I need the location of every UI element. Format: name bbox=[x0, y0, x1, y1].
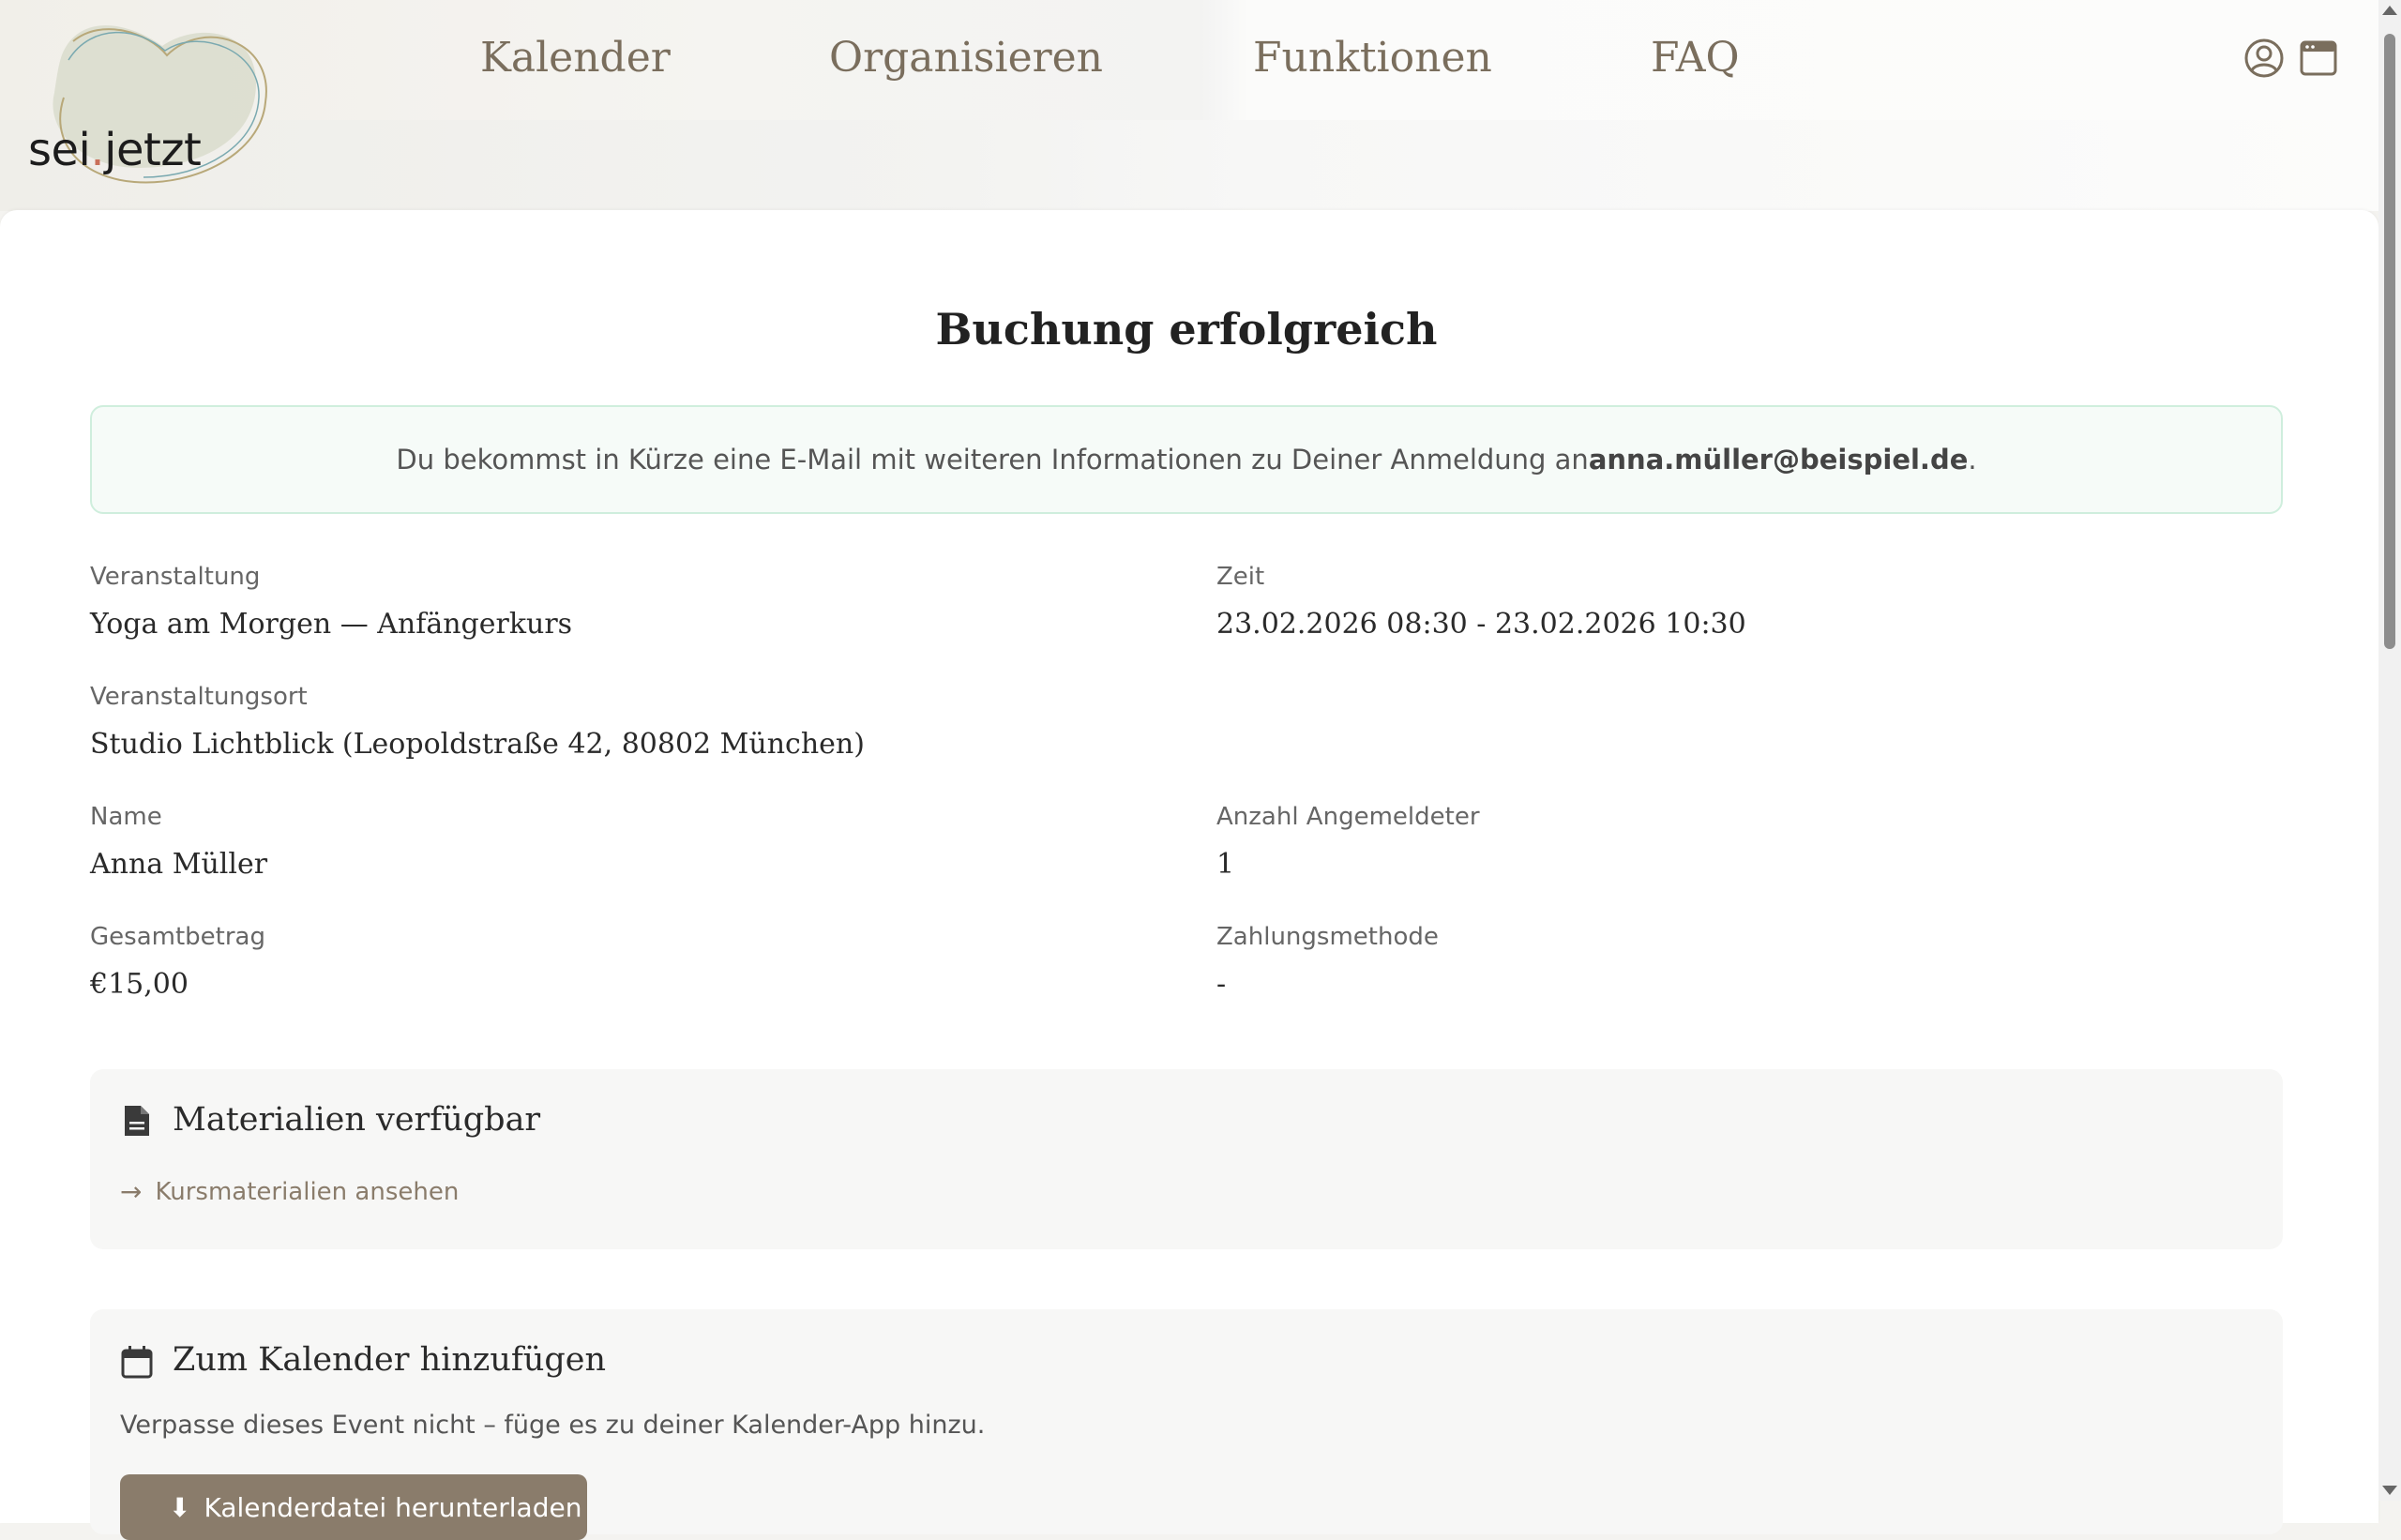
name-field: Name Anna Müller bbox=[90, 803, 267, 881]
notice-email: anna.müller@beispiel.de bbox=[1588, 444, 1969, 476]
time-label: Zeit bbox=[1216, 563, 1265, 591]
materials-title: Materialien verfügbar bbox=[173, 1101, 541, 1139]
calendar-icon bbox=[121, 1346, 153, 1379]
materials-link-label: Kursmaterialien ansehen bbox=[155, 1177, 460, 1206]
notice-end: . bbox=[1968, 444, 1977, 476]
total-field: Gesamtbetrag €15,00 bbox=[90, 923, 265, 1001]
location-label: Veranstaltungsort bbox=[90, 683, 308, 711]
site-header: sei.jetzt Kalender Organisieren Funktion… bbox=[0, 0, 2401, 211]
total-value: €15,00 bbox=[90, 968, 189, 1001]
materials-link[interactable]: → Kursmaterialien ansehen bbox=[120, 1176, 459, 1207]
page-scrollbar[interactable] bbox=[2378, 0, 2401, 1501]
event-label: Veranstaltung bbox=[90, 563, 261, 591]
logo-wordmark[interactable]: sei.jetzt bbox=[28, 124, 202, 176]
calendar-panel: Zum Kalender hinzufügen Verpasse dieses … bbox=[90, 1309, 2283, 1540]
materials-panel: Materialien verfügbar → Kursmaterialien … bbox=[90, 1069, 2283, 1249]
email-notice: Du bekommst in Kürze eine E-Mail mit wei… bbox=[90, 405, 2283, 514]
time-value: 23.02.2026 08:30 - 23.02.2026 10:30 bbox=[1216, 608, 1746, 641]
time-field: Zeit 23.02.2026 08:30 - 23.02.2026 10:30 bbox=[1216, 563, 1746, 641]
attendee-count-field: Anzahl Angemeldeter 1 bbox=[1216, 803, 1480, 881]
page-title: Buchung erfolgreich bbox=[935, 304, 1438, 355]
scroll-up-icon[interactable] bbox=[2382, 6, 2397, 15]
nav-item-kalender[interactable]: Kalender bbox=[480, 34, 671, 82]
browser-window-icon[interactable] bbox=[2298, 38, 2339, 79]
logo-dot: . bbox=[90, 124, 105, 176]
logo-part-2: jetzt bbox=[104, 124, 202, 176]
download-calendar-button[interactable]: ⬇ Kalenderdatei herunterladen bbox=[120, 1474, 587, 1540]
scrollbar-thumb[interactable] bbox=[2384, 34, 2395, 649]
nav-item-faq[interactable]: FAQ bbox=[1651, 34, 1740, 82]
arrow-right-icon: → bbox=[120, 1176, 143, 1207]
total-label: Gesamtbetrag bbox=[90, 923, 265, 951]
nav-item-funktionen[interactable]: Funktionen bbox=[1253, 34, 1492, 82]
event-field: Veranstaltung Yoga am Morgen — Anfängerk… bbox=[90, 563, 572, 641]
document-icon bbox=[125, 1106, 149, 1136]
payment-method-field: Zahlungsmethode - bbox=[1216, 923, 1439, 1001]
payment-method-label: Zahlungsmethode bbox=[1216, 923, 1439, 951]
logo-part-1: sei bbox=[28, 124, 91, 176]
nav-item-organisieren[interactable]: Organisieren bbox=[829, 34, 1103, 82]
calendar-description: Verpasse dieses Event nicht – füge es zu… bbox=[120, 1411, 986, 1440]
scroll-down-icon[interactable] bbox=[2382, 1486, 2397, 1495]
location-field: Veranstaltungsort Studio Lichtblick (Leo… bbox=[90, 683, 865, 761]
location-value: Studio Lichtblick (Leopoldstraße 42, 808… bbox=[90, 728, 865, 761]
payment-method-value: - bbox=[1216, 968, 1227, 1001]
user-circle-icon[interactable] bbox=[2243, 38, 2285, 79]
name-value: Anna Müller bbox=[90, 848, 268, 881]
notice-text: Du bekommst in Kürze eine E-Mail mit wei… bbox=[396, 444, 1589, 476]
event-value: Yoga am Morgen — Anfängerkurs bbox=[90, 608, 573, 641]
attendee-count-value: 1 bbox=[1216, 848, 1235, 881]
calendar-title: Zum Kalender hinzufügen bbox=[173, 1341, 607, 1379]
attendee-count-label: Anzahl Angemeldeter bbox=[1216, 803, 1480, 831]
download-calendar-label: Kalenderdatei herunterladen bbox=[204, 1491, 582, 1523]
booking-confirmation-card: Buchung erfolgreich Du bekommst in Kürze… bbox=[0, 210, 2378, 1540]
download-icon: ⬇ bbox=[169, 1491, 191, 1523]
name-label: Name bbox=[90, 803, 162, 831]
